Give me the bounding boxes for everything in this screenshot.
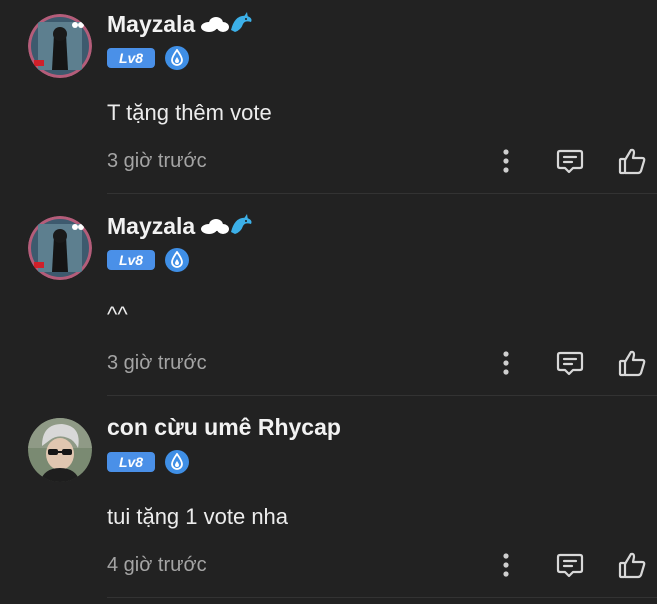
thumbs-up-icon: [618, 350, 646, 377]
thumbs-up-icon: [618, 148, 646, 175]
comment-time: 4 giờ trước: [107, 554, 207, 576]
user-badges: Lv8: [107, 450, 189, 474]
level-badge: Lv8: [107, 48, 155, 68]
like-button[interactable]: [615, 548, 649, 582]
comment-text: T tặng thêm vote: [107, 100, 272, 125]
reply-comment-icon: [556, 351, 584, 376]
comment-item: Mayzala Lv8 T tặng thêm vote 3 giờ trước: [0, 0, 657, 200]
avatar[interactable]: [28, 216, 92, 280]
avatar[interactable]: [28, 14, 92, 78]
more-vertical-icon: [503, 149, 509, 173]
comment-text: tui tặng 1 vote nha: [107, 504, 289, 529]
more-button[interactable]: [489, 144, 523, 178]
more-vertical-icon: [503, 351, 509, 375]
more-vertical-icon: [503, 553, 509, 577]
divider: [107, 395, 657, 396]
reply-button[interactable]: [553, 346, 587, 380]
reply-button[interactable]: [553, 144, 587, 178]
avatar[interactable]: [28, 418, 92, 482]
user-badges: Lv8: [107, 46, 189, 70]
cloud-dolphin-icon: [199, 212, 255, 244]
username[interactable]: Mayzala: [107, 212, 255, 244]
comment-item: Mayzala Lv8 ^^ 3 giờ trước: [0, 202, 657, 402]
divider: [107, 193, 657, 194]
rank-drop-icon: [165, 450, 189, 474]
comment-item: con cừu umê Rhycap Lv8 tui tặng 1 vote n…: [0, 404, 657, 604]
comment-time: 3 giờ trước: [107, 352, 207, 374]
rank-drop-icon: [165, 248, 189, 272]
more-button[interactable]: [489, 548, 523, 582]
reply-button[interactable]: [553, 548, 587, 582]
user-badges: Lv8: [107, 248, 189, 272]
level-badge: Lv8: [107, 452, 155, 472]
reply-comment-icon: [556, 149, 584, 174]
level-badge: Lv8: [107, 250, 155, 270]
divider: [107, 597, 657, 598]
more-button[interactable]: [489, 346, 523, 380]
cloud-dolphin-icon: [199, 10, 255, 42]
username[interactable]: Mayzala: [107, 10, 255, 42]
username[interactable]: con cừu umê Rhycap: [107, 414, 341, 441]
rank-drop-icon: [165, 46, 189, 70]
like-button[interactable]: [615, 144, 649, 178]
like-button[interactable]: [615, 346, 649, 380]
comment-text: ^^: [107, 302, 128, 327]
comment-time: 3 giờ trước: [107, 150, 207, 172]
reply-comment-icon: [556, 553, 584, 578]
thumbs-up-icon: [618, 552, 646, 579]
